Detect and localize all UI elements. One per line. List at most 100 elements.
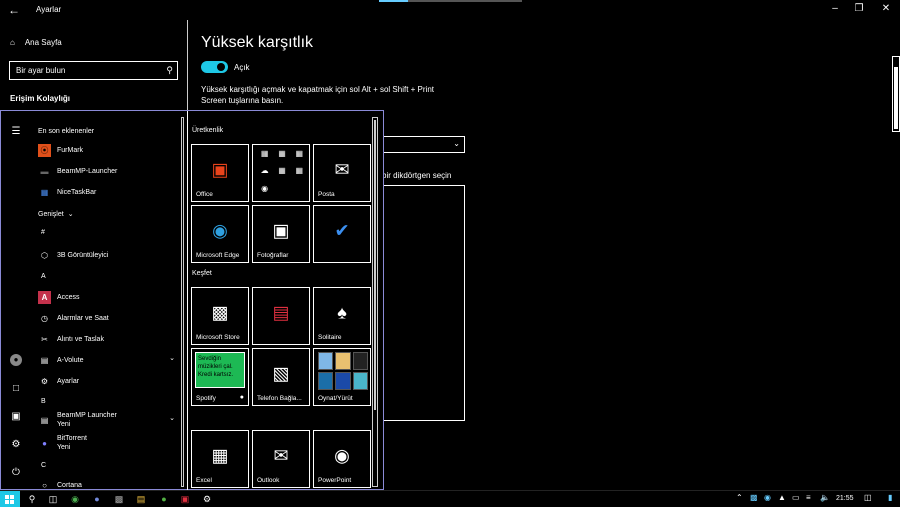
app-icon[interactable]: ▩ [112, 493, 126, 506]
app-list-item[interactable]: ▤ A-Volute [38, 352, 84, 368]
contrast-preview-box [383, 185, 465, 421]
section-letter[interactable]: C [41, 462, 46, 469]
tile-microsoft-edge[interactable]: ◉ Microsoft Edge [191, 205, 249, 263]
settings-search-input[interactable]: Bir ayar bulun ⚲ [9, 61, 178, 80]
news-icon: ▤ [272, 302, 290, 323]
folder-icon: ▤ [40, 415, 49, 425]
app-list-item[interactable]: ▤ BeamMP Launcher Yeni [38, 412, 117, 428]
network-icon[interactable]: ≡ [806, 493, 811, 502]
beammp-icon: ▬ [40, 166, 49, 176]
minimize-icon[interactable]: – [828, 3, 842, 14]
pictures-icon[interactable]: ▣ [10, 411, 22, 423]
tile-posta[interactable]: ✉ Posta [313, 144, 371, 202]
start-menu: ☰ ● □ ▣ ⚙ ⏻ En son eklenenler Genişlet ⌄… [0, 110, 384, 491]
chevron-down-icon[interactable]: ⌄ [169, 354, 175, 362]
file-explorer-icon[interactable]: ▤ [134, 493, 148, 506]
app-name: Cortana [57, 481, 82, 489]
new-badge: Yeni [57, 444, 71, 451]
tray-app-icon[interactable]: ▩ [750, 493, 758, 502]
tile-oynat-yürüt[interactable]: Oynat/Yürüt [313, 348, 371, 406]
expand-button[interactable]: Genişlet ⌄ [38, 206, 74, 222]
tile-outlook[interactable]: ✉ Outlook [252, 430, 310, 488]
tile-telefon-bağla-[interactable]: ▧ Telefon Bağla... [252, 348, 310, 406]
user-avatar-icon[interactable]: ● [10, 354, 22, 366]
settings-taskbar-icon[interactable]: ⚙ [200, 493, 214, 506]
phone-link-icon: ▧ [272, 363, 290, 384]
start-button[interactable] [0, 491, 20, 507]
store-icon: ▩ [211, 302, 229, 323]
usb-icon[interactable]: ▲ [778, 493, 786, 502]
search-icon[interactable]: ⚲ [25, 493, 39, 506]
tile-powerpoint[interactable]: ◉ PowerPoint [313, 430, 371, 488]
expand-label: Genişlet [38, 210, 64, 218]
tile-microsoft-store[interactable]: ▩ Microsoft Store [191, 287, 249, 345]
show-desktop-icon[interactable]: ▮ [888, 493, 892, 502]
app-list-item[interactable]: ✂ Alıntı ve Taslak [38, 331, 104, 347]
shortcut-description: Yüksek karşıtlığı açmak ve kapatmak için… [201, 85, 434, 105]
excel-icon: ▦ [211, 445, 229, 466]
back-arrow-icon[interactable]: ← [8, 3, 22, 17]
chevron-down-icon[interactable]: ⌄ [169, 414, 175, 422]
settings-scrollbar[interactable] [892, 56, 900, 132]
steam-icon[interactable]: ◉ [764, 493, 771, 502]
restore-icon[interactable]: ❐ [852, 3, 866, 14]
task-view-icon[interactable]: ◫ [46, 493, 60, 506]
app-name: BitTorrent [57, 435, 87, 442]
app-list-item[interactable]: ⬡ 3B Görüntüleyici [38, 247, 108, 263]
tile-fotoğraflar[interactable]: ▣ Fotoğraflar [252, 205, 310, 263]
outlook-icon: ✉ [273, 445, 289, 466]
app-list-item[interactable]: A Access [38, 289, 80, 305]
tile-office[interactable]: ▣ Office [191, 144, 249, 202]
clock[interactable]: 21:55 [836, 495, 854, 502]
powerpoint-icon: ◉ [334, 445, 350, 466]
app-list-item[interactable]: ⚙ Ayarlar [38, 373, 79, 389]
section-letter[interactable]: A [41, 273, 46, 280]
chevron-up-icon[interactable]: ⌃ [736, 493, 743, 502]
spotify-icon: ● [239, 394, 244, 401]
power-icon[interactable]: ⏻ [10, 467, 22, 479]
hamburger-menu-icon[interactable]: ☰ [10, 126, 22, 138]
tile-todo-check[interactable]: ✔ [313, 205, 371, 263]
group-title-explore: Keşfet [192, 270, 212, 277]
home-icon: ⌂ [10, 38, 15, 47]
volume-icon[interactable]: 🔈 [820, 493, 830, 502]
battery-icon[interactable]: ▭ [792, 493, 800, 502]
tile-news[interactable]: ▤ [252, 287, 310, 345]
bittorrent-icon: ● [42, 438, 47, 448]
tile-solitaire[interactable]: ♠ Solitaire [313, 287, 371, 345]
settings-gear-icon[interactable]: ⚙ [10, 439, 22, 451]
discord-icon[interactable]: ● [90, 493, 104, 506]
nicetaskbar-icon: ▦ [40, 187, 49, 197]
notifications-icon[interactable]: ◫ [864, 493, 872, 502]
search-icon[interactable]: ⚲ [166, 65, 173, 76]
app-list-item[interactable]: ⦿ FurMark [38, 142, 83, 158]
office-apps-icon: ▦ ▦ ▦ ☁ ▦ ▦ ◉ [260, 149, 304, 193]
app-list: En son eklenenler Genişlet ⌄ ⦿ FurMark ▬ Be… [31, 111, 183, 491]
documents-icon[interactable]: □ [10, 383, 22, 395]
close-icon[interactable]: ✕ [879, 3, 893, 14]
app-list-item[interactable]: ● BitTorrent Yeni [38, 435, 87, 451]
section-letter[interactable]: # [41, 229, 45, 236]
app-list-item[interactable]: ▬ BeamMP-Launcher [38, 163, 118, 179]
tile-label: Microsoft Edge [196, 252, 240, 259]
tiles-scrollbar[interactable] [372, 117, 378, 487]
chrome-icon[interactable]: ◉ [68, 493, 82, 506]
loading-progress-bar [379, 0, 522, 2]
tile-label: Microsoft Store [196, 334, 240, 341]
tile-excel[interactable]: ▦ Excel [191, 430, 249, 488]
access-icon: A [38, 290, 51, 304]
tile-office-apps[interactable]: ▦ ▦ ▦ ☁ ▦ ▦ ◉ [252, 144, 310, 202]
start-rail: ☰ ● □ ▣ ⚙ ⏻ [1, 111, 31, 491]
app-list-item[interactable]: ◷ Alarmlar ve Saat [38, 310, 109, 326]
high-contrast-toggle[interactable] [201, 61, 228, 73]
snip-icon: ✂ [41, 334, 48, 344]
xbox-icon[interactable]: ● [157, 493, 171, 506]
tile-spotify[interactable]: Sevdiğin müzikleri çal. Kredi kartsız. ● S… [191, 348, 249, 406]
app-list-item[interactable]: ▦ NiceTaskBar [38, 184, 97, 200]
nav-home-link[interactable]: ⌂ Ana Sayfa [10, 38, 62, 47]
app-list-scrollbar[interactable] [181, 117, 184, 487]
section-letter[interactable]: B [41, 398, 46, 405]
theme-dropdown[interactable]: ⌄ [383, 136, 465, 153]
tile-label: PowerPoint [318, 477, 352, 484]
news-app-icon[interactable]: ▣ [178, 493, 192, 506]
